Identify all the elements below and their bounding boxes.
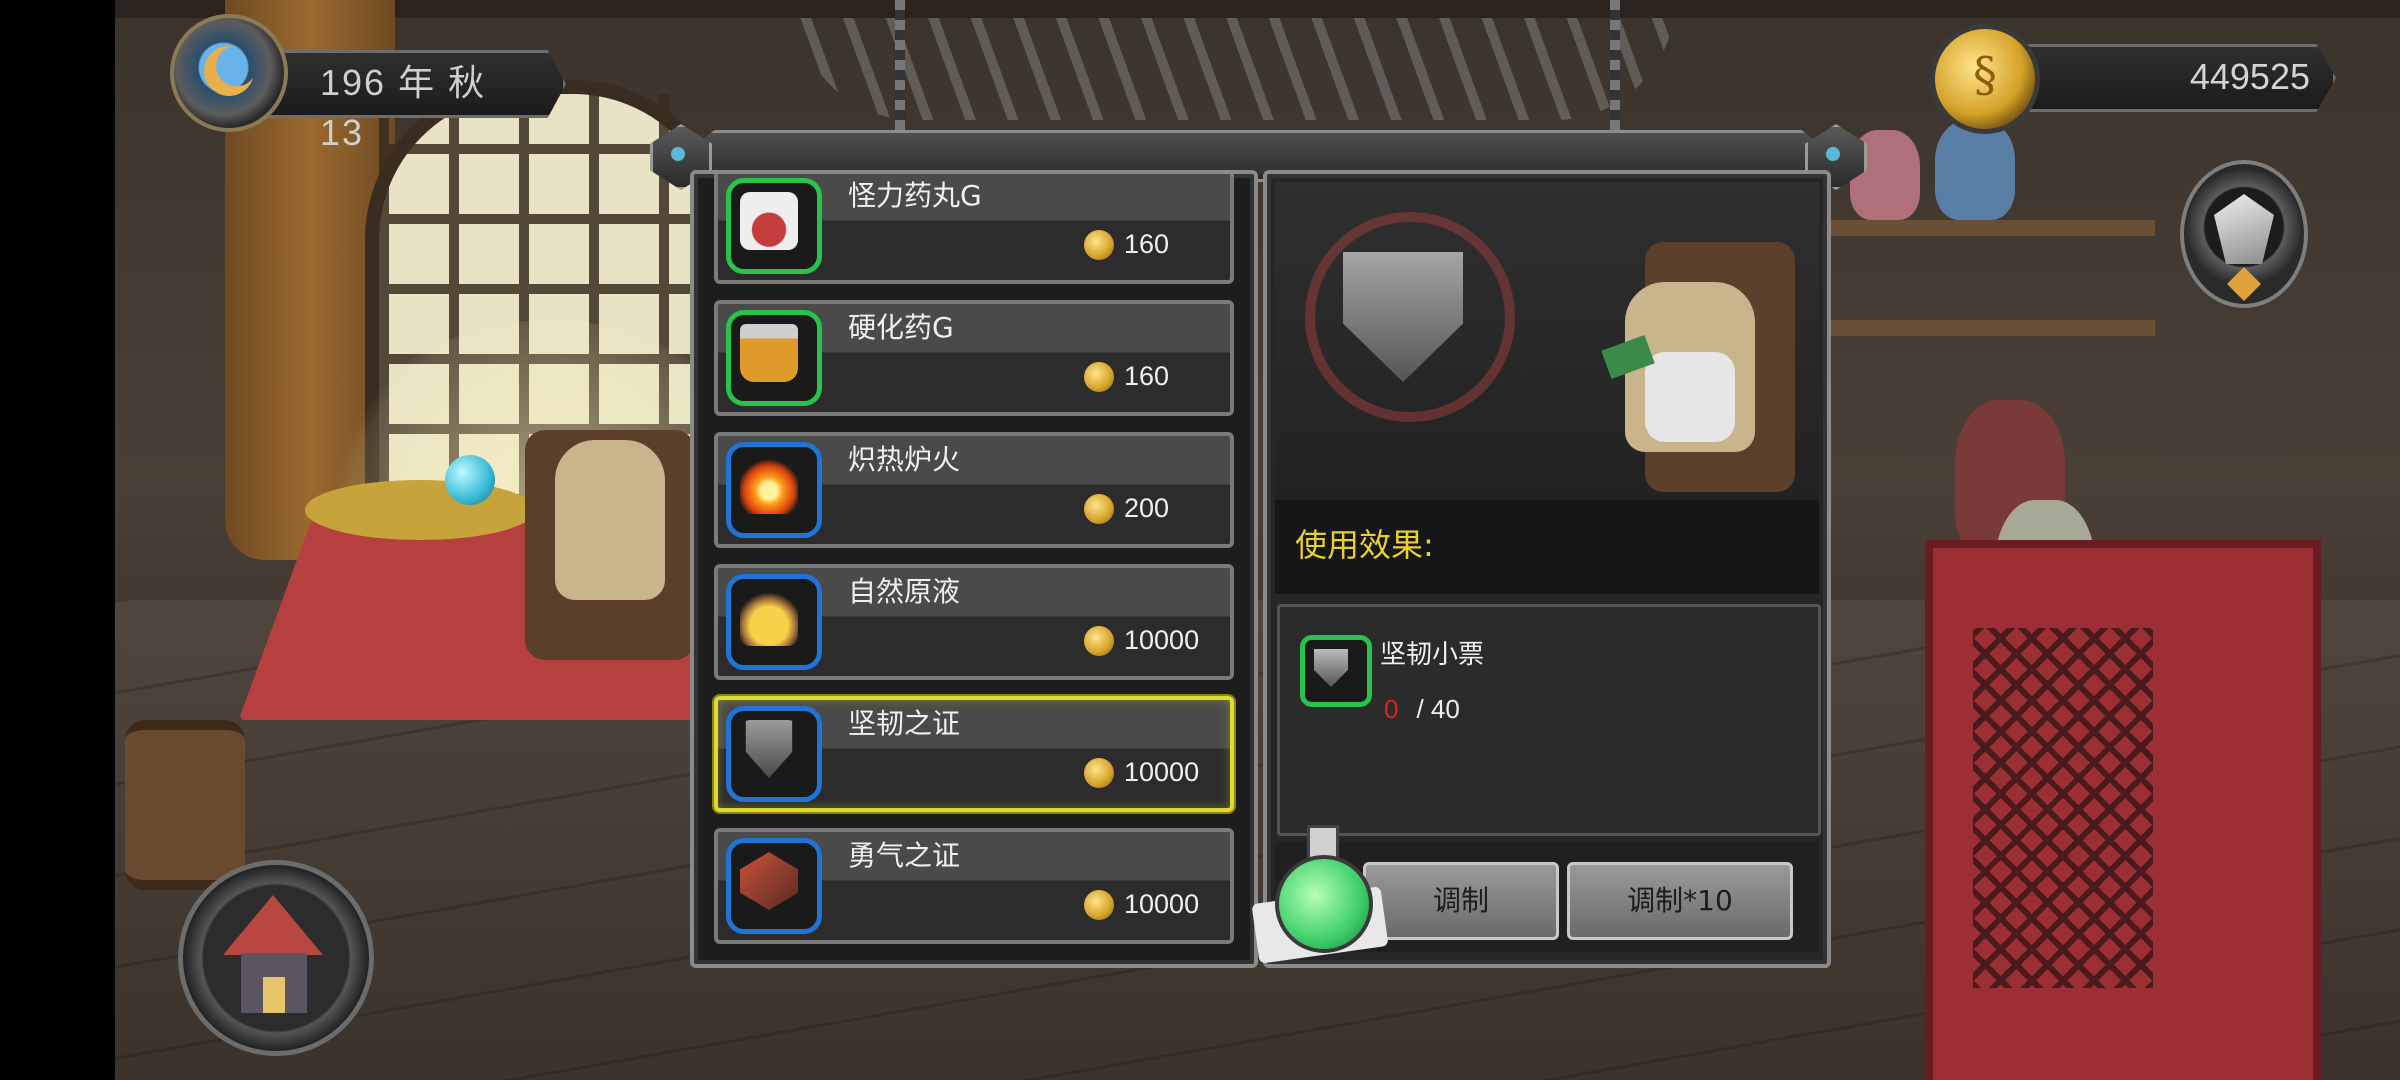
gold-coin-icon (1084, 362, 1114, 392)
hardening-jar-icon (740, 324, 798, 382)
recipe-list[interactable]: 怪力药丸G 160 硬化药G 160 炽热炉火 200 自然原液 10000 坚… (690, 170, 1258, 968)
item-frame (726, 706, 822, 802)
item-name: 坚韧之证 (848, 707, 961, 740)
side-table (305, 480, 535, 540)
potion-icon (1251, 815, 1389, 964)
item-price: 10000 (1124, 889, 1200, 919)
item-frame (726, 838, 822, 934)
alchemist-portrait (1601, 242, 1805, 492)
home-button[interactable] (178, 860, 374, 1056)
item-name: 怪力药丸G (848, 179, 982, 212)
gold-coin-icon (1084, 758, 1114, 788)
item-price: 160 (1124, 229, 1170, 259)
jar (1935, 120, 2015, 220)
item-preview (1275, 182, 1819, 500)
potion-bulb (1275, 855, 1373, 953)
red-cabinet (1925, 540, 2321, 1080)
currency-hud: 449525 (1930, 14, 2340, 134)
pill-bag-icon (740, 192, 798, 250)
item-price: 160 (1124, 361, 1170, 391)
item-price: 200 (1124, 493, 1170, 523)
character-portrait-button[interactable] (2180, 160, 2308, 308)
recipe-item[interactable]: 硬化药G 160 (714, 300, 1234, 416)
crystal-orb (445, 455, 495, 505)
barrel (125, 720, 245, 890)
item-price: 10000 (1124, 757, 1200, 787)
game-date: 196 年 秋 13 (320, 62, 487, 153)
gold-coin-icon (1084, 626, 1114, 656)
item-frame (726, 310, 822, 406)
material-slot[interactable] (1300, 635, 1372, 707)
item-name: 硬化药G (848, 311, 954, 344)
dragon-skeleton-decoration (795, 0, 1675, 120)
gold-coin-icon (1930, 24, 2040, 134)
house-door (263, 977, 285, 1013)
effect-section: 使用效果: (1275, 500, 1819, 594)
calendar-hud[interactable]: 196 年 秋 13 (170, 14, 590, 153)
courage-emblem-icon (740, 852, 798, 910)
item-name: 勇气之证 (848, 839, 961, 872)
recipe-item[interactable]: 炽热炉火 200 (714, 432, 1234, 548)
recipe-item[interactable]: 自然原液 10000 (714, 564, 1234, 680)
gem-icon (2227, 267, 2261, 301)
gold-coin-icon (1084, 494, 1114, 524)
coin-count: 449525 (2189, 56, 2310, 97)
ticket-icon (1314, 649, 1348, 687)
gold-coin-icon (1084, 890, 1114, 920)
item-frame (726, 442, 822, 538)
knight-helmet-icon (2214, 194, 2274, 264)
item-name: 自然原液 (848, 575, 961, 608)
material-owned: 0 (1384, 694, 1399, 724)
shelf (1815, 220, 2155, 236)
material-requirements: 坚韧小票 0 / 40 (1277, 604, 1821, 836)
craft-button[interactable]: 调制 (1363, 862, 1559, 940)
house-icon (223, 895, 323, 955)
recipe-item[interactable]: 勇气之证 10000 (714, 828, 1234, 944)
material-count: 0 / 40 (1384, 689, 1584, 729)
recipe-item[interactable]: 怪力药丸G 160 (714, 174, 1234, 284)
item-frame (726, 178, 822, 274)
alchemist-npc[interactable] (555, 440, 665, 600)
item-price: 10000 (1124, 625, 1200, 655)
gold-coin-icon (1084, 230, 1114, 260)
season-moon-icon (170, 14, 288, 132)
item-name: 炽热炉火 (848, 443, 961, 476)
recipe-item-selected[interactable]: 坚韧之证 10000 (714, 696, 1234, 812)
fire-icon (740, 456, 798, 514)
material-name: 坚韧小票 (1380, 640, 1485, 670)
shelf (1815, 320, 2155, 336)
craft-ten-button[interactable]: 调制*10 (1567, 862, 1793, 940)
material-required: / 40 (1416, 694, 1460, 724)
portrait-apron (1645, 352, 1735, 442)
effect-label: 使用效果: (1295, 526, 1434, 564)
shield-emblem-icon (745, 720, 793, 778)
flask-icon (740, 588, 798, 646)
item-frame (726, 574, 822, 670)
